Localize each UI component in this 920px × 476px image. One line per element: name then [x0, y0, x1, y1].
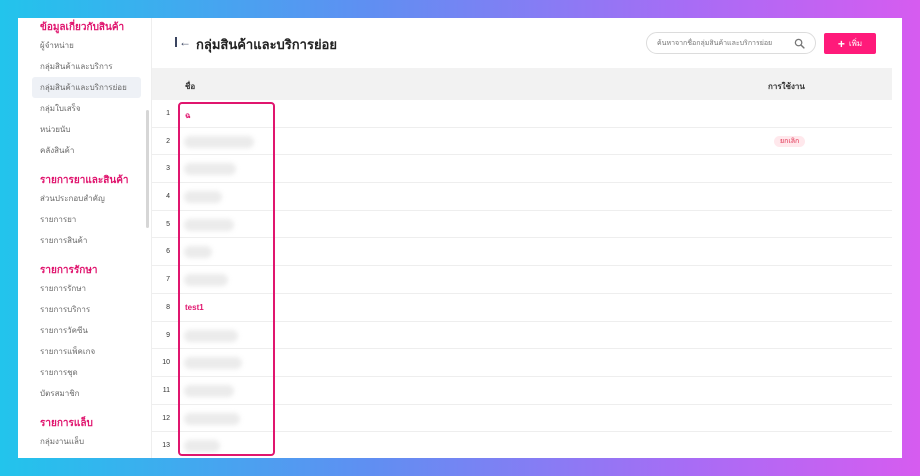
column-header-name: ชื่อ	[185, 82, 196, 91]
search-box[interactable]	[646, 32, 816, 54]
sidebar-item[interactable]: คลังสินค้า	[18, 140, 151, 161]
table-row[interactable]: 10	[152, 349, 892, 377]
row-name[interactable]: test1	[185, 303, 204, 312]
sidebar-item[interactable]: กลุ่มสินค้าและบริการย่อย	[32, 77, 141, 98]
redacted-name	[184, 357, 242, 370]
redacted-name	[184, 274, 228, 287]
app-window: ข้อมูลเกี่ยวกับสินค้า ผู้จำหน่าย กลุ่มสินค…	[18, 18, 902, 458]
page-header: ← กลุ่มสินค้าและบริการย่อย + เพิ่ม	[152, 18, 902, 68]
row-number: 13	[162, 442, 170, 450]
row-number: 11	[162, 386, 170, 394]
sidebar-item[interactable]: ผู้จำหน่าย	[18, 35, 151, 56]
table-row[interactable]: 7	[152, 266, 892, 294]
redacted-name	[184, 218, 234, 231]
subgroup-table: ชื่อ การใช้งาน 1 ฉ 2 ยกเลิก 3 4 5 6 7 8 test1 9 10 11…	[152, 68, 892, 458]
row-name[interactable]: ฉ	[185, 109, 190, 122]
row-number: 4	[166, 193, 170, 201]
sidebar-item[interactable]: รายการยา	[18, 209, 151, 230]
row-number: 1	[166, 110, 170, 117]
table-row[interactable]: 5	[152, 211, 892, 239]
sidebar-section-heading: รายการรักษา	[40, 265, 98, 276]
redacted-name	[184, 163, 236, 176]
sidebar-item[interactable]: บัตรสมาชิก	[18, 383, 151, 404]
table-row[interactable]: 4	[152, 183, 892, 211]
table-row[interactable]: 2 ยกเลิก	[152, 128, 892, 156]
add-button[interactable]: + เพิ่ม	[824, 33, 876, 54]
collapse-back-button[interactable]: ←	[174, 35, 191, 49]
sidebar-section-heading: รายการแล็บ	[40, 418, 93, 429]
redacted-name	[184, 191, 222, 204]
table-row[interactable]: 3	[152, 155, 892, 184]
sidebar-section-heading: ข้อมูลเกี่ยวกับสินค้า	[40, 22, 125, 33]
sidebar: ข้อมูลเกี่ยวกับสินค้า ผู้จำหน่าย กลุ่มสินค…	[18, 18, 152, 458]
table-row[interactable]: 1ฉ	[152, 100, 892, 128]
bar-icon	[175, 37, 177, 47]
redacted-name	[184, 135, 254, 148]
redacted-name	[184, 246, 212, 259]
sidebar-item[interactable]: รายการวัคซีน	[18, 320, 151, 341]
sidebar-item[interactable]: ส่วนประกอบสำคัญ	[18, 188, 151, 209]
table-row[interactable]: 9	[152, 322, 892, 350]
row-number: 6	[166, 248, 170, 256]
row-number: 10	[162, 359, 170, 367]
table-row[interactable]: 11	[152, 377, 892, 405]
plus-icon: +	[837, 36, 845, 51]
sidebar-scrollbar[interactable]	[146, 110, 149, 228]
table-header: ชื่อ การใช้งาน	[152, 68, 892, 100]
sidebar-item[interactable]: รายการชุด	[18, 362, 151, 383]
sidebar-item[interactable]: รายการบริการ	[18, 299, 151, 320]
row-number: 5	[166, 220, 170, 228]
sidebar-item[interactable]: กลุ่มสินค้าและบริการ	[18, 56, 151, 77]
sidebar-item[interactable]: กลุ่มใบเสร็จ	[18, 98, 151, 119]
row-number: 12	[162, 414, 170, 422]
row-number: 7	[166, 276, 170, 284]
page-title: กลุ่มสินค้าและบริการย่อย	[196, 37, 337, 52]
row-number: 3	[166, 165, 170, 173]
sidebar-item[interactable]: รายการแพ็คเกจ	[18, 341, 151, 362]
table-row[interactable]: 12	[152, 405, 892, 433]
search-icon[interactable]	[794, 38, 805, 49]
row-number: 8	[166, 303, 170, 311]
sidebar-item[interactable]: รายการสินค้า	[18, 230, 151, 251]
sidebar-item[interactable]: รายการรักษา	[18, 278, 151, 299]
table-row[interactable]: 8 test1	[152, 294, 892, 322]
sidebar-item[interactable]: หน่วยนับ	[18, 119, 151, 140]
redacted-name	[184, 440, 220, 453]
table-body: 1 ฉ 2 ยกเลิก 3 4 5 6 7 8 test1 9 10 11 12 13	[152, 100, 892, 458]
redacted-name	[184, 384, 234, 397]
row-number: 2	[166, 137, 170, 145]
sidebar-section-heading: รายการยาและสินค้า	[40, 175, 129, 186]
column-header-usage: การใช้งาน	[768, 82, 805, 91]
redacted-name	[184, 329, 238, 342]
add-button-label: เพิ่ม	[848, 39, 863, 48]
row-number: 9	[166, 331, 170, 339]
arrow-left-icon: ←	[179, 35, 191, 49]
search-input[interactable]	[657, 38, 792, 49]
sidebar-item[interactable]: กลุ่มงานแล็บ	[18, 431, 151, 452]
redacted-name	[184, 412, 240, 425]
main-content: ← กลุ่มสินค้าและบริการย่อย + เพิ่ม ชื่อ …	[152, 18, 902, 458]
status-badge: ยกเลิก	[774, 135, 806, 147]
table-row[interactable]: 13	[152, 432, 892, 458]
table-row[interactable]: 6	[152, 238, 892, 267]
